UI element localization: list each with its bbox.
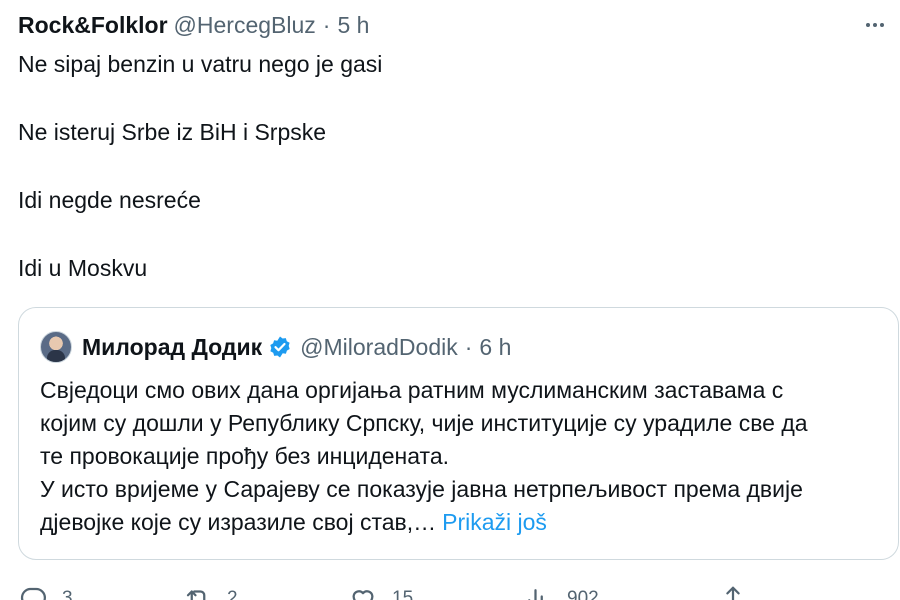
tweet-text-line: Idi negde nesreće: [18, 187, 201, 213]
avatar[interactable]: [40, 331, 72, 363]
tweet-text-line: Ne sipaj benzin u vatru nego je gasi: [18, 51, 383, 77]
verified-badge-icon: [268, 335, 292, 359]
views-button[interactable]: 902: [523, 584, 599, 600]
views-count: 902: [567, 588, 599, 600]
reply-count: 3: [62, 588, 73, 600]
quoted-tweet[interactable]: Милорад Додик @MiloradDodik · 6 h Свједо…: [18, 307, 899, 560]
author-name[interactable]: Rock&Folklor: [18, 12, 168, 39]
tweet-text-line: Ne isteruj Srbe iz BiH i Srpske: [18, 119, 327, 145]
quoted-tweet-header: Милорад Додик @MiloradDodik · 6 h: [40, 330, 511, 364]
like-count: 15: [392, 588, 414, 600]
tweet-text: Ne sipaj benzin u vatru nego je gasi Ne …: [18, 50, 878, 322]
quoted-text-line-last: дјевојке које су изразиле свој став,… Pri…: [40, 506, 890, 539]
tweet-actions-bar: 3 2 15 902: [18, 584, 878, 600]
quoted-text-line: У исто вријеме у Сарајеву се показује ја…: [40, 476, 803, 502]
share-icon: [718, 584, 748, 600]
tweet-header: Rock&Folklor @HercegBluz · 5 h: [18, 10, 369, 40]
more-options-button[interactable]: [860, 10, 890, 40]
show-more-link[interactable]: Prikaži još: [442, 509, 547, 535]
more-icon: [863, 13, 887, 37]
retweet-count: 2: [227, 588, 238, 600]
quoted-author-name[interactable]: Милорад Додик: [82, 334, 262, 361]
retweet-button[interactable]: 2: [183, 584, 238, 600]
quoted-author-handle[interactable]: @MiloradDodik: [300, 334, 458, 361]
heart-icon: [348, 584, 378, 600]
quoted-tweet-text: Свједоци смо ових дана оргијања ратним м…: [40, 374, 890, 539]
quoted-text-line: којим су дошли у Републику Српску, чије …: [40, 410, 808, 436]
tweet-text-line: Idi u Moskvu: [18, 255, 148, 281]
reply-icon: [18, 584, 48, 600]
author-handle[interactable]: @HercegBluz: [174, 12, 316, 39]
tweet-time[interactable]: 5 h: [337, 12, 369, 39]
views-chart-icon: [523, 584, 553, 600]
like-button[interactable]: 15: [348, 584, 413, 600]
share-button[interactable]: [718, 584, 748, 600]
tweet[interactable]: Rock&Folklor @HercegBluz · 5 h Ne sipaj …: [0, 0, 900, 600]
quoted-text-line: те провокације прођу без инцидената.: [40, 443, 450, 469]
quoted-text-line: дјевојке које су изразиле свој став,…: [40, 509, 437, 535]
quoted-text-line: Свједоци смо ових дана оргијања ратним м…: [40, 377, 784, 403]
reply-button[interactable]: 3: [18, 584, 73, 600]
separator-dot: ·: [322, 11, 331, 38]
retweet-icon: [183, 584, 213, 600]
quoted-tweet-time[interactable]: 6 h: [479, 334, 511, 361]
separator-dot: ·: [464, 333, 473, 360]
